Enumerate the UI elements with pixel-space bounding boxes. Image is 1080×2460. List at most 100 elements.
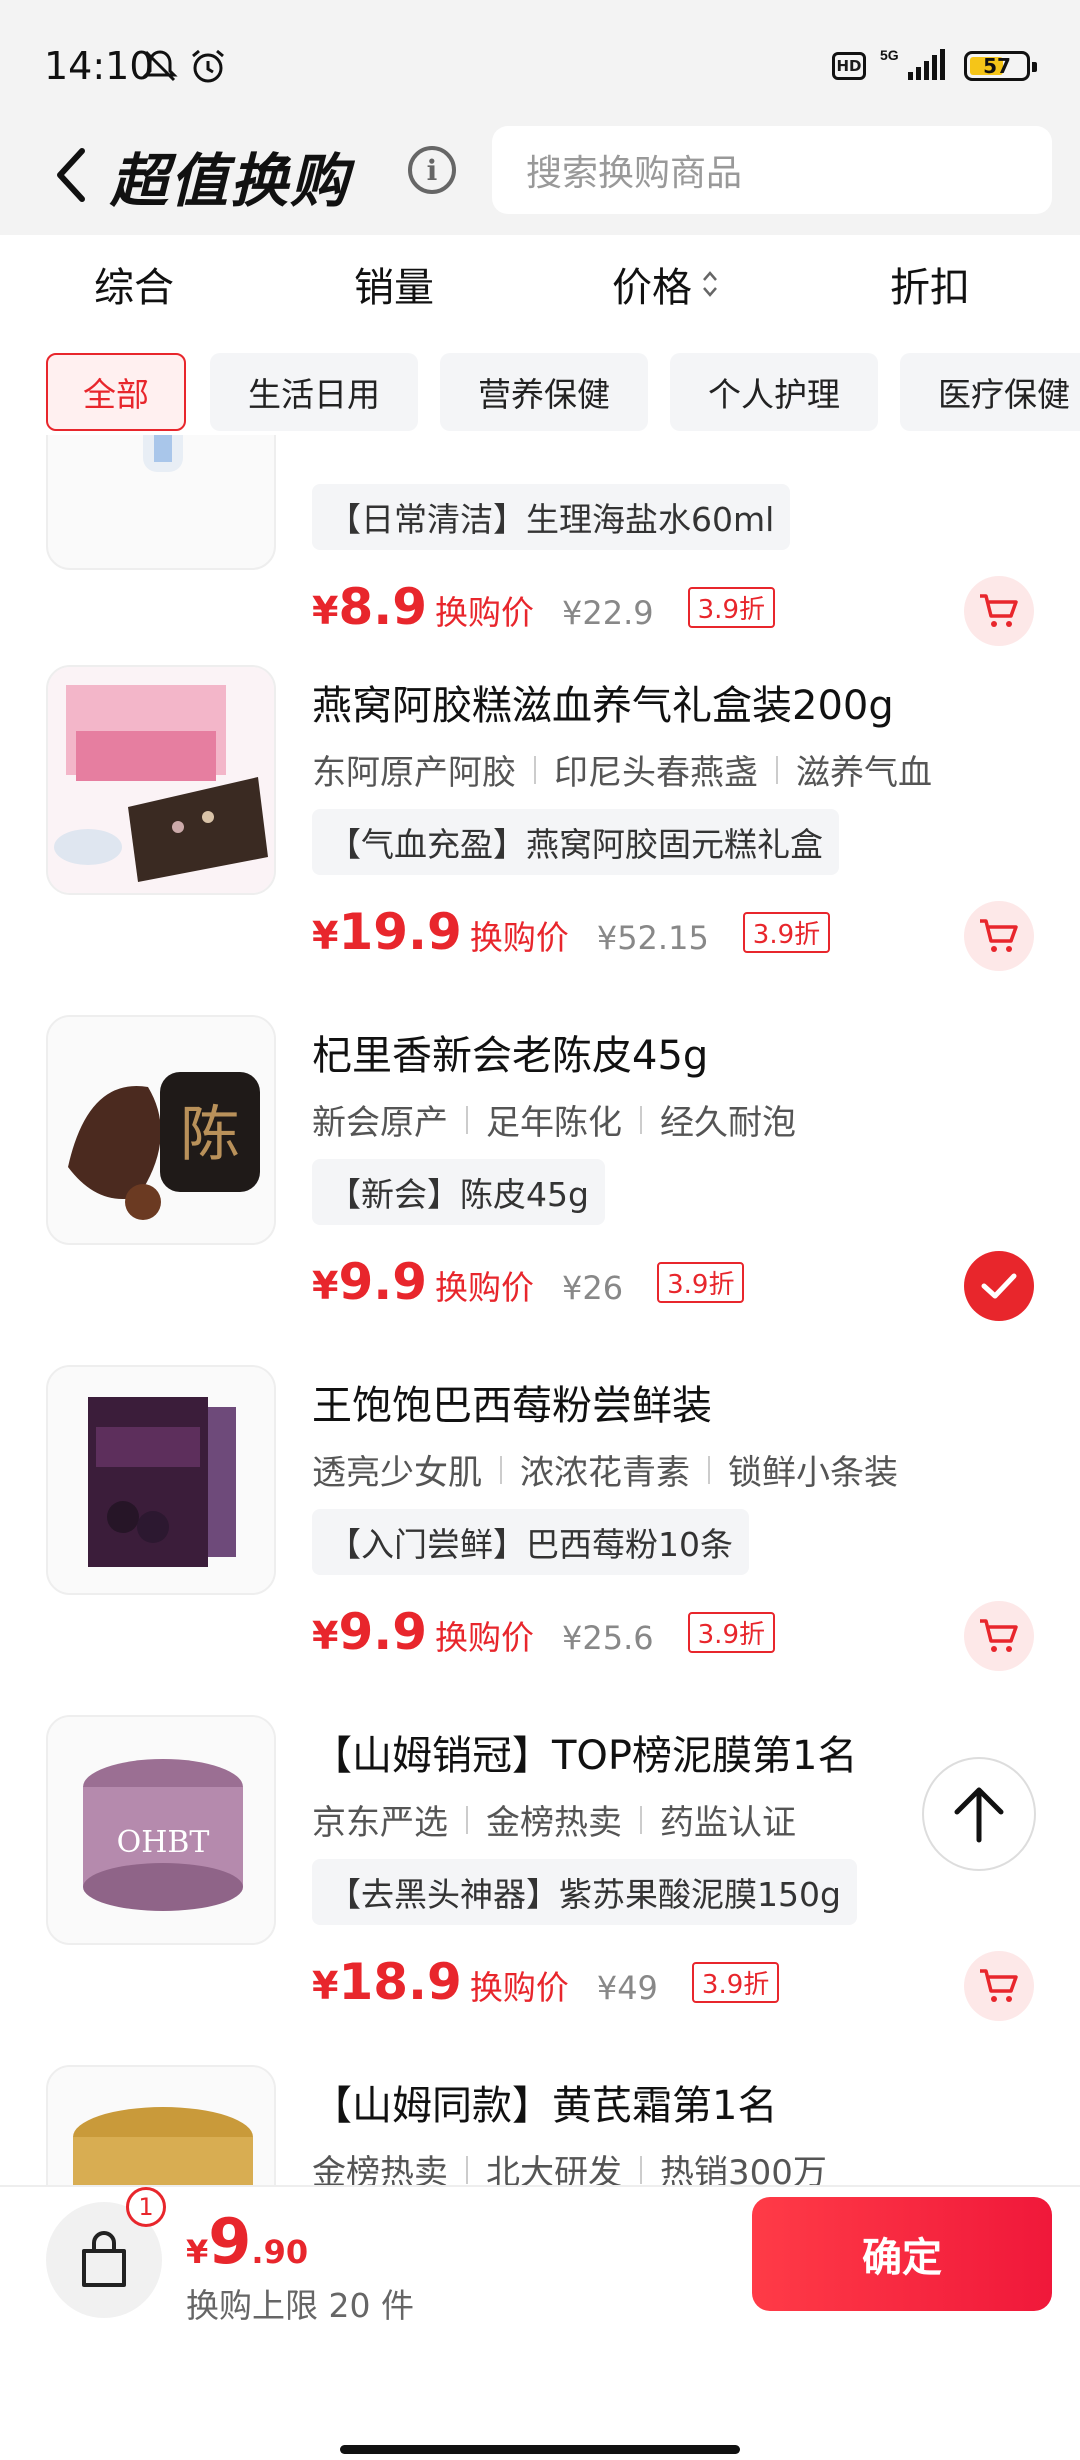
shopping-bag-icon [82,2231,126,2287]
search-input[interactable]: 搜索换购商品 [492,126,1052,214]
product-tag: 足年陈化 [486,1103,622,1143]
category-chip-medical[interactable]: 医疗保健 [900,353,1080,431]
price-label: 换购价 [435,1268,535,1307]
sort-tab-label: 综合 [94,265,174,311]
cart-icon [980,1619,1018,1652]
sort-arrows-icon [700,267,720,301]
product-item[interactable]: 陈 杞里香新会老陈皮45g 新会原产 足年陈化 经久耐泡 【新会】陈皮45g ¥… [0,1015,1080,1365]
product-tag: 东阿原产阿胶 [312,753,516,793]
cart-count-badge: 1 [126,2187,166,2227]
product-item[interactable]: OHBT 【山姆销冠】TOP榜泥膜第1名 京东严选 金榜热卖 药监认证 【去黑头… [0,1715,1080,2065]
product-tag: 滋养气血 [796,753,932,793]
product-price: 9.9 [338,1603,428,1661]
product-tag: 经久耐泡 [660,1103,796,1143]
total-price: ¥ 9 .90 [186,2205,308,2278]
product-tags: 金榜热卖 北大研发 热销300万 [312,2145,827,2185]
product-name: 【山姆同款】黄芪霜第1名 [312,2083,778,2129]
product-tag: 药监认证 [660,1803,796,1843]
sort-tab-comprehensive[interactable]: 综合 [94,255,174,313]
currency-symbol: ¥ [312,1614,339,1658]
add-to-cart-button[interactable] [964,1951,1034,2021]
sort-tab-price[interactable]: 价格 [612,255,720,313]
back-arrow-icon [57,148,85,202]
discount-badge: 3.9折 [687,1612,775,1653]
battery-level: 57 [983,54,1011,78]
product-promo: 【气血充盈】燕窝阿胶固元糕礼盒 [312,809,839,875]
back-button[interactable] [40,140,100,210]
scroll-to-top-button[interactable] [922,1757,1036,1871]
product-tag: 京东严选 [312,1803,448,1843]
product-item[interactable]: 【山姆同款】黄芪霜第1名 金榜热卖 北大研发 热销300万 [0,2065,1080,2185]
category-chip-all[interactable]: 全部 [46,353,186,431]
cart-icon [980,919,1018,952]
product-item[interactable]: 王饱饱巴西莓粉尝鲜装 透亮少女肌 浓浓花青素 锁鲜小条装 【入门尝鲜】巴西莓粉1… [0,1365,1080,1715]
selected-checkbox[interactable] [964,1251,1034,1321]
product-tag: 浓浓花青素 [520,1453,690,1493]
product-tags: 东阿原产阿胶 印尼头春燕盏 滋养气血 [312,745,932,794]
product-image [46,665,276,895]
original-price: ¥25.6 [562,1619,654,1657]
price-label: 换购价 [435,1618,535,1657]
product-name: 王饱饱巴西莓粉尝鲜装 [312,1383,712,1429]
price-label: 换购价 [469,1968,569,2007]
svg-text:5G: 5G [880,47,899,63]
product-image [46,435,276,570]
product-tag: 北大研发 [486,2153,622,2185]
original-price: ¥26 [562,1269,624,1307]
category-chip-nutrition[interactable]: 营养保健 [440,353,648,431]
product-item[interactable]: 【日常清洁】生理海盐水60ml ¥ 8.9 换购价 ¥22.9 3.9折 [0,435,1080,690]
product-tag: 热销300万 [660,2153,827,2185]
product-price: 19.9 [338,903,462,961]
product-promo: 【入门尝鲜】巴西莓粉10条 [312,1509,749,1575]
currency-symbol: ¥ [312,1964,339,2008]
home-indicator[interactable] [340,2445,740,2454]
svg-text:陈: 陈 [180,1100,240,1170]
header: 超值换购 i 搜索换购商品 [0,110,1080,235]
product-price-row: ¥ 8.9 换购价 ¥22.9 3.9折 [312,578,775,638]
product-price-row: ¥ 18.9 换购价 ¥49 3.9折 [312,1953,780,2013]
product-price-row: ¥ 9.9 换购价 ¥26 3.9折 [312,1253,745,1313]
currency-symbol: ¥ [186,2233,209,2271]
hd-badge: HD [832,52,866,80]
sort-tab-label: 销量 [354,265,434,311]
price-label: 换购价 [435,593,535,632]
product-image [46,2065,276,2185]
product-item[interactable]: 燕窝阿胶糕滋血养气礼盒装200g 东阿原产阿胶 印尼头春燕盏 滋养气血 【气血充… [0,665,1080,1015]
page-title: 超值换购 [110,147,351,215]
product-tag: 锁鲜小条装 [728,1453,898,1493]
confirm-button[interactable]: 确定 [752,2197,1052,2311]
battery-icon: 57 [964,51,1037,81]
add-to-cart-button[interactable] [964,901,1034,971]
sort-tab-discount[interactable]: 折扣 [890,255,970,313]
mute-icon [140,46,180,90]
product-price: 9.9 [338,1253,428,1311]
category-chip-daily[interactable]: 生活日用 [210,353,418,431]
product-price: 18.9 [338,1953,462,2011]
category-chip-personal-care[interactable]: 个人护理 [670,353,878,431]
sort-bar: 综合 销量 价格 折扣 [0,235,1080,330]
info-icon[interactable]: i [408,146,456,194]
signal-icon: 5G [880,46,950,86]
add-to-cart-button[interactable] [964,576,1034,646]
sort-tab-sales[interactable]: 销量 [354,255,434,313]
status-time: 14:10 [44,44,154,88]
product-image: OHBT [46,1715,276,1945]
product-promo: 【新会】陈皮45g [312,1159,605,1225]
svg-text:OHBT: OHBT [117,1825,210,1860]
original-price: ¥22.9 [562,594,654,632]
original-price: ¥52.15 [596,919,709,957]
total-decimal: .90 [251,2233,309,2271]
product-tags: 透亮少女肌 浓浓花青素 锁鲜小条装 [312,1445,898,1494]
product-tags: 京东严选 金榜热卖 药监认证 [312,1795,796,1844]
currency-symbol: ¥ [312,589,339,633]
sort-tab-label: 折扣 [890,265,970,311]
add-to-cart-button[interactable] [964,1601,1034,1671]
price-label: 换购价 [469,918,569,957]
exchange-limit: 换购上限 20 件 [186,2286,414,2325]
alarm-icon [188,46,228,90]
cart-icon [980,594,1018,627]
category-chips: 全部 生活日用 营养保健 个人护理 医疗保健 [0,345,1080,435]
discount-badge: 3.9折 [687,587,775,628]
product-price-row: ¥ 19.9 换购价 ¥52.15 3.9折 [312,903,831,963]
product-image [46,1365,276,1595]
